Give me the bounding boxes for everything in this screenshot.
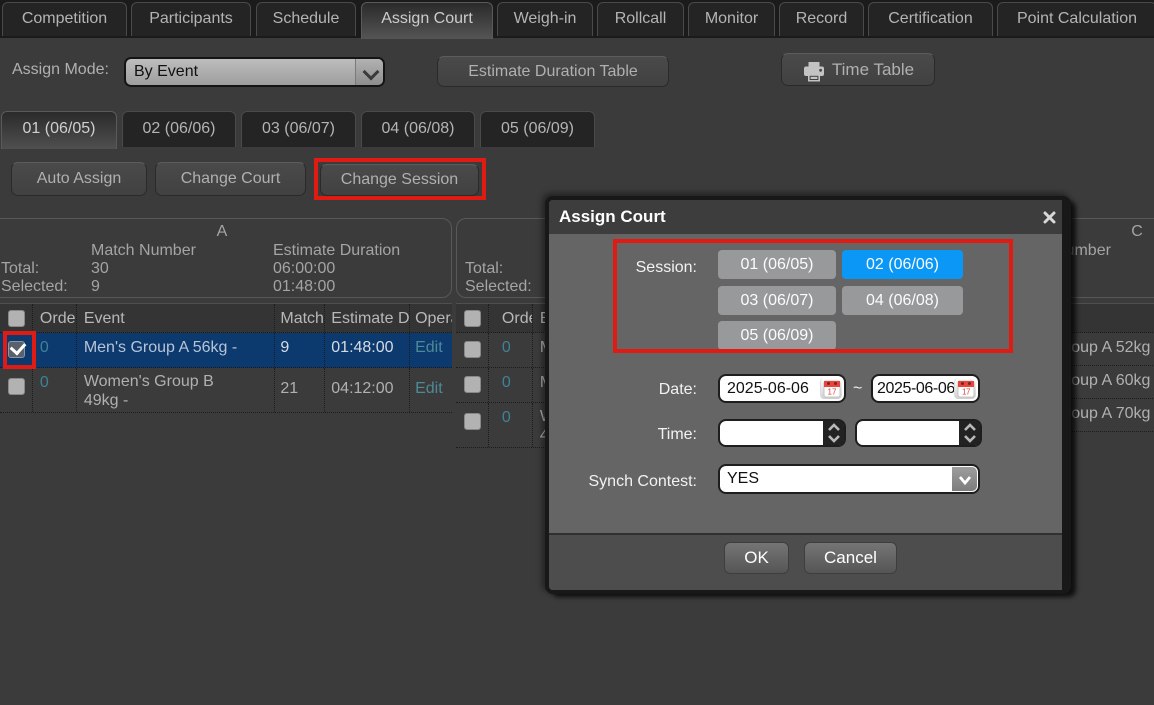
svg-text:17: 17 <box>827 388 836 397</box>
svg-text:17: 17 <box>961 388 970 397</box>
